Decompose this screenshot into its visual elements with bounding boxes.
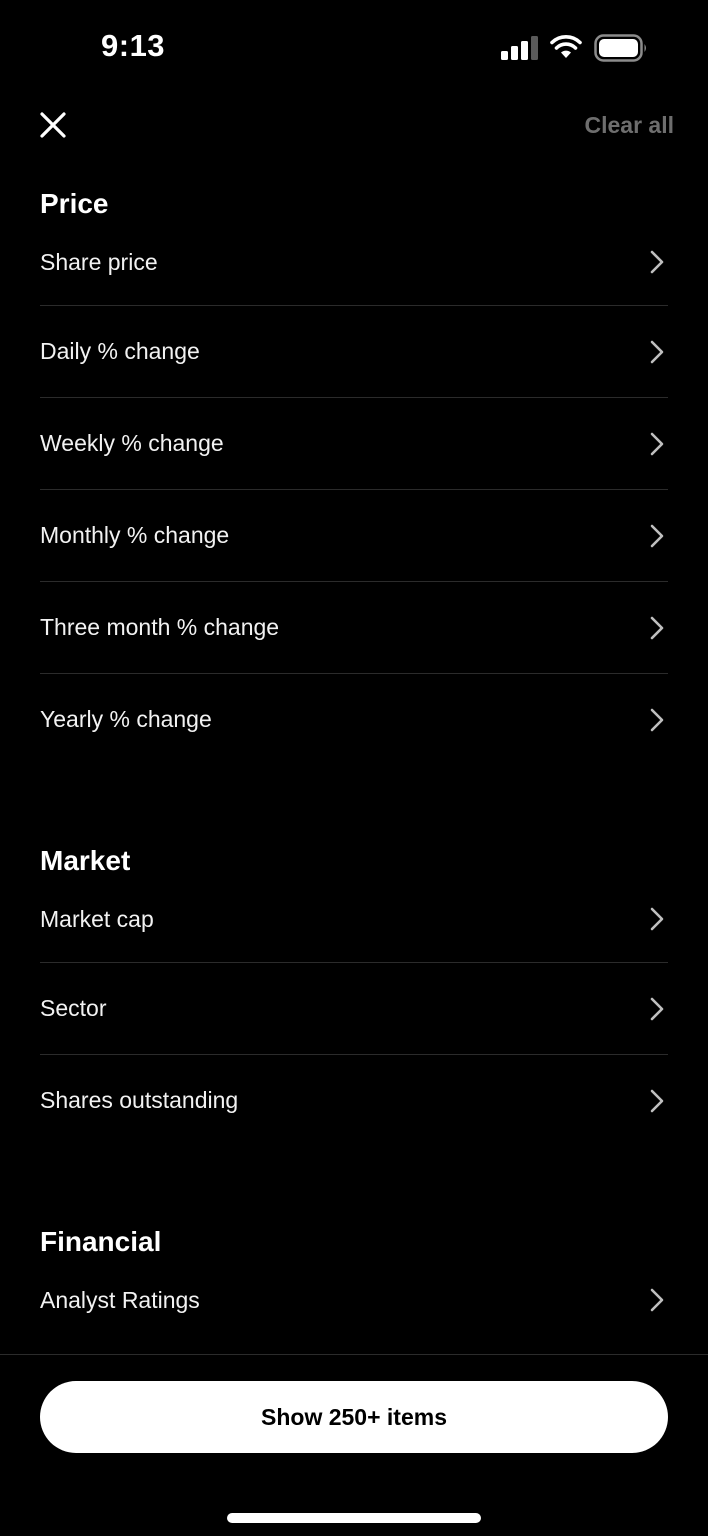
chevron-right-icon bbox=[650, 524, 664, 547]
battery-icon bbox=[594, 34, 646, 62]
list-item[interactable]: Shares outstanding bbox=[40, 1054, 668, 1146]
list-item-label: Sector bbox=[40, 995, 107, 1021]
list-item[interactable]: Sector bbox=[40, 962, 668, 1054]
list-item-label: Weekly % change bbox=[40, 430, 224, 456]
chevron-right-icon bbox=[650, 1089, 664, 1112]
list-item-label: Share price bbox=[40, 248, 158, 275]
chevron-right-icon bbox=[650, 250, 664, 274]
status-bar: 9:13 bbox=[0, 0, 708, 96]
chevron-right-icon bbox=[650, 340, 664, 363]
chevron-right-icon bbox=[650, 708, 664, 731]
list-item[interactable]: Weekly % change bbox=[40, 397, 668, 489]
list-item-label: Daily % change bbox=[40, 338, 200, 364]
section-financial: Financial Analyst Ratings bbox=[40, 1214, 668, 1343]
close-icon bbox=[40, 112, 66, 138]
chevron-right-icon bbox=[650, 907, 664, 931]
section-price: Price Share price Daily % change Weekly … bbox=[40, 176, 668, 765]
chevron-right-icon bbox=[650, 1288, 664, 1312]
chevron-right-icon bbox=[650, 997, 664, 1020]
list-item[interactable]: Share price bbox=[40, 219, 668, 305]
list-item[interactable]: Yearly % change bbox=[40, 673, 668, 765]
show-items-button[interactable]: Show 250+ items bbox=[40, 1381, 668, 1453]
section-market: Market Market cap Sector Shares outstand… bbox=[40, 833, 668, 1146]
close-button[interactable] bbox=[30, 102, 76, 148]
list-item[interactable]: Daily % change bbox=[40, 305, 668, 397]
bottom-divider bbox=[0, 1354, 708, 1355]
list-item[interactable]: Monthly % change bbox=[40, 489, 668, 581]
status-time: 9:13 bbox=[101, 28, 166, 63]
clear-all-button[interactable]: Clear all bbox=[585, 112, 675, 139]
signal-icon bbox=[501, 36, 538, 60]
list-item[interactable]: Analyst Ratings bbox=[40, 1257, 668, 1343]
list-item[interactable]: Three month % change bbox=[40, 581, 668, 673]
list-item-label: Monthly % change bbox=[40, 522, 230, 548]
home-indicator bbox=[227, 1513, 481, 1523]
chevron-right-icon bbox=[650, 616, 664, 639]
list-item-label: Market cap bbox=[40, 905, 154, 932]
chevron-right-icon bbox=[650, 432, 664, 455]
list-item-label: Analyst Ratings bbox=[40, 1286, 200, 1313]
list-item-label: Yearly % change bbox=[40, 706, 212, 732]
list-item-label: Shares outstanding bbox=[40, 1087, 239, 1113]
list-item-label: Three month % change bbox=[40, 614, 280, 640]
wifi-icon bbox=[550, 35, 582, 58]
list-item[interactable]: Market cap bbox=[40, 876, 668, 962]
filter-list: Price Share price Daily % change Weekly … bbox=[40, 176, 668, 1343]
